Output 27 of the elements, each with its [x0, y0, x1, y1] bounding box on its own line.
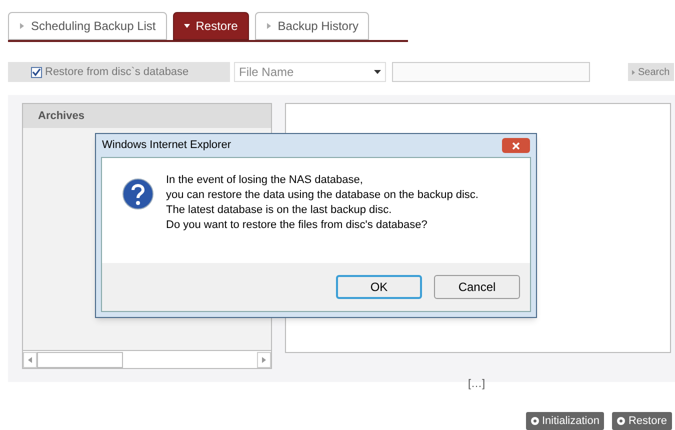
tab[interactable]: Scheduling Backup List [8, 12, 167, 40]
tab[interactable]: Restore [172, 12, 249, 40]
close-button[interactable] [502, 138, 530, 153]
search-field[interactable] [392, 62, 590, 82]
tab[interactable]: Backup History [254, 12, 370, 40]
action-button[interactable]: Restore [612, 412, 672, 430]
dialog-message: In the event of losing the NAS database, you can restore the data using the database on the backup disc. The latest database is on the last backup disc. Do you want to restore the files from disc's database? [166, 173, 478, 233]
caret-right-icon [19, 23, 25, 29]
caret-down-icon [374, 70, 381, 74]
caret-down-icon [184, 23, 190, 29]
dialog-button[interactable]: OK [336, 275, 422, 299]
scroll-left-icon[interactable] [23, 352, 37, 368]
dialog-button[interactable]: Cancel [434, 275, 520, 299]
dialog-title: Windows Internet Explorer [102, 138, 231, 154]
caret-right-icon [632, 70, 635, 74]
pager-link[interactable]: […] [468, 378, 486, 390]
checkbox-label: Restore from disc`s database [45, 64, 189, 80]
checkbox[interactable] [31, 66, 42, 78]
scroll-thumb[interactable] [37, 352, 123, 368]
question-icon [122, 178, 154, 210]
filter-select[interactable]: File Name [234, 62, 386, 82]
scroll-right-icon[interactable] [257, 352, 271, 368]
caret-right-icon [266, 23, 272, 29]
close-icon [512, 142, 520, 150]
scrollbar[interactable] [23, 350, 271, 368]
action-button[interactable]: Initialization [526, 412, 604, 430]
panel-title: Archives [23, 104, 271, 128]
